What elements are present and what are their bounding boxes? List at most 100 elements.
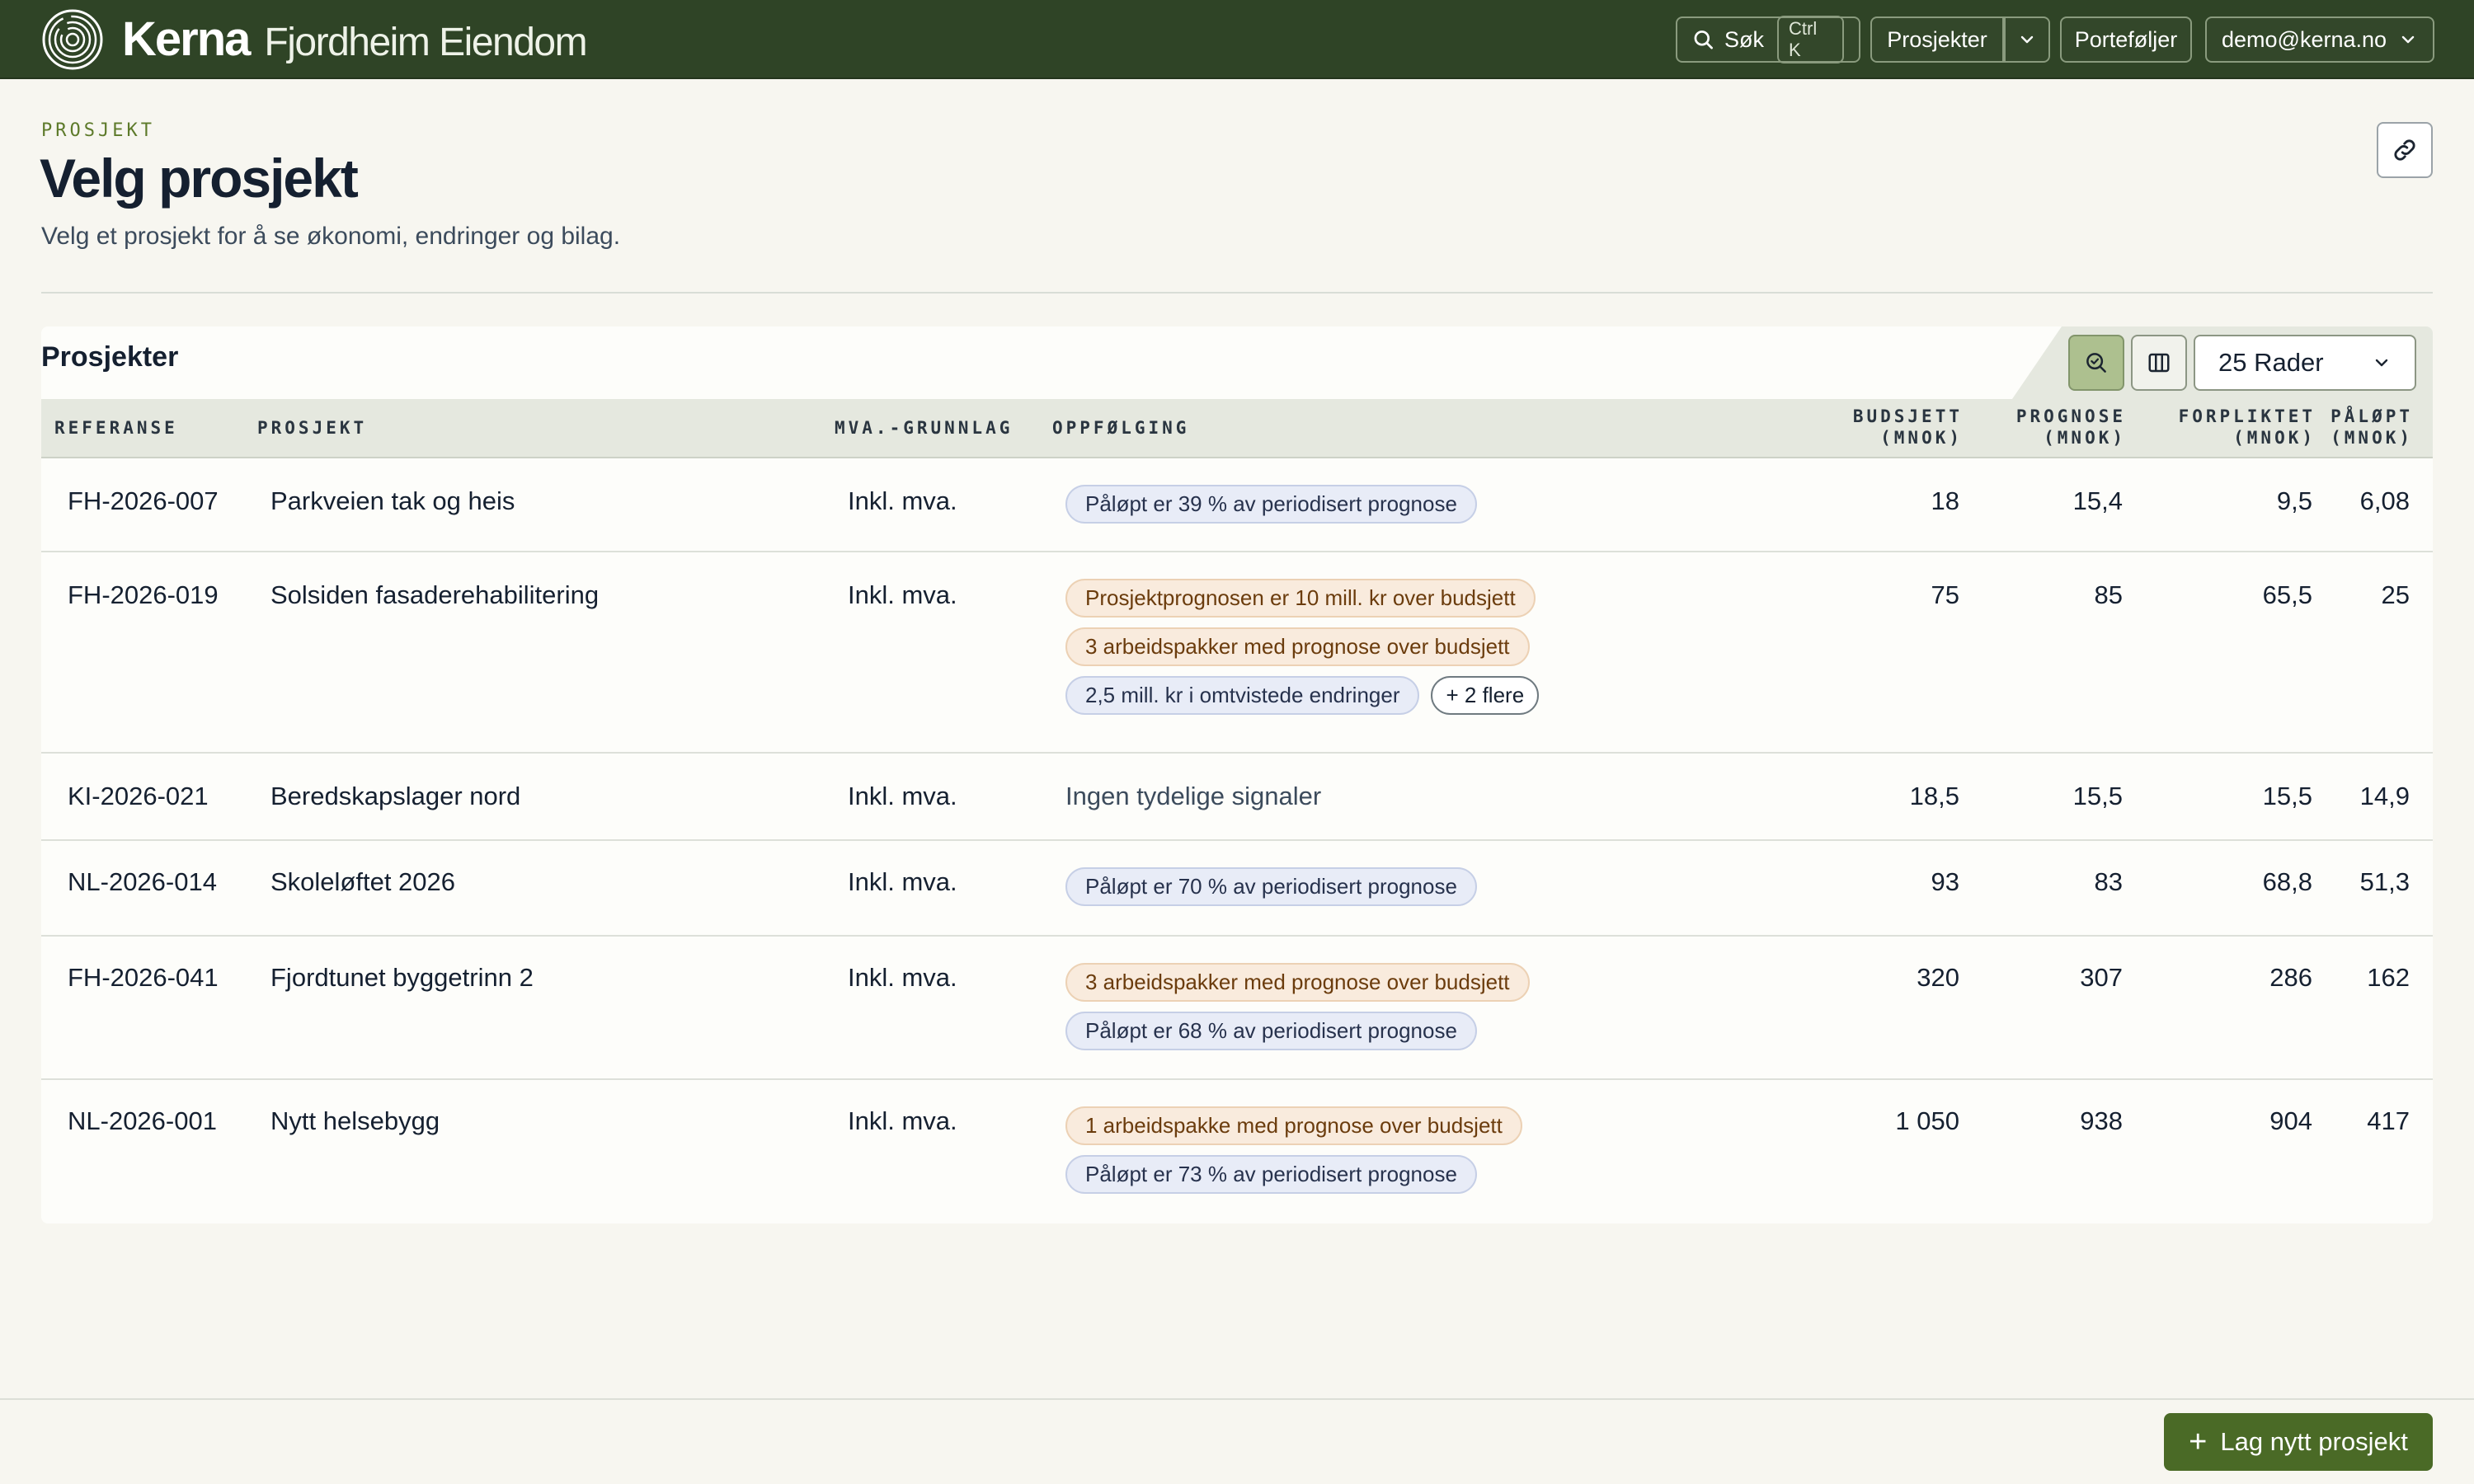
- portfolios-label: Porteføljer: [2074, 26, 2178, 52]
- signal-badge: Påløpt er 73 % av periodisert prognose: [1065, 1155, 1477, 1194]
- column-header-project[interactable]: PROSJEKT: [257, 417, 367, 439]
- signal-badge: Påløpt er 68 % av periodisert prognose: [1065, 1012, 1477, 1050]
- column-header-accrued-line2: (MNOK): [2331, 428, 2413, 448]
- table-header: REFERANSE PROSJEKT MVA.-GRUNNLAG OPPFØLG…: [41, 399, 2433, 458]
- page-eyebrow: PROSJEKT: [41, 120, 155, 141]
- followup-signals: Påløpt er 70 % av periodisert prognose: [1065, 867, 1477, 916]
- project-ref: NL-2026-014: [68, 867, 217, 896]
- copy-link-button[interactable]: [2377, 122, 2433, 178]
- project-name[interactable]: Parkveien tak og heis: [270, 486, 515, 516]
- rows-per-page-select[interactable]: 25 Rader: [2194, 335, 2416, 391]
- project-ref: KI-2026-021: [68, 782, 209, 810]
- signal-badge: Påløpt er 39 % av periodisert prognose: [1065, 485, 1477, 524]
- budget-value: 18: [1931, 486, 1959, 515]
- search-label: Søk: [1724, 26, 1764, 52]
- forecast-value: 307: [2080, 963, 2123, 992]
- table-search-toggle[interactable]: [2068, 335, 2124, 391]
- brand[interactable]: Kerna Fjordheim Eiendom: [122, 12, 588, 69]
- plus-icon: +: [2189, 1424, 2208, 1459]
- footer-divider: [0, 1398, 2474, 1400]
- forecast-value: 938: [2080, 1106, 2123, 1135]
- forecast-value: 15,4: [2072, 486, 2123, 515]
- chevron-down-icon: [2401, 35, 2415, 44]
- search-button[interactable]: Søk Ctrl K: [1676, 16, 1860, 63]
- signal-badge: Prosjektprognosen er 10 mill. kr over bu…: [1065, 579, 1536, 618]
- accrued-value: 162: [2367, 963, 2410, 992]
- project-name[interactable]: Solsiden fasaderehabilitering: [270, 580, 599, 610]
- table-row[interactable]: KI-2026-021 Beredskapslager nord Inkl. m…: [41, 754, 2433, 841]
- project-name[interactable]: Nytt helsebygg: [270, 1106, 440, 1136]
- budget-value: 320: [1917, 963, 1959, 992]
- signal-badge: 2,5 mill. kr i omtvistede endringer: [1065, 676, 1420, 715]
- column-header-followup[interactable]: OPPFØLGING: [1052, 417, 1189, 439]
- table-row[interactable]: FH-2026-019 Solsiden fasaderehabiliterin…: [41, 552, 2433, 754]
- project-ref: FH-2026-007: [68, 486, 219, 515]
- portfolios-button[interactable]: Porteføljer: [2060, 16, 2192, 63]
- vat-basis: Inkl. mva.: [848, 580, 957, 609]
- page-title: Velg prosjekt: [40, 148, 359, 209]
- project-ref: FH-2026-019: [68, 580, 219, 609]
- user-email: demo@kerna.no: [2222, 26, 2387, 52]
- project-name[interactable]: Fjordtunet byggetrinn 2: [270, 963, 534, 993]
- create-project-button[interactable]: + Lag nytt prosjekt: [2164, 1413, 2433, 1471]
- project-name[interactable]: Skoleløftet 2026: [270, 867, 455, 897]
- vat-basis: Inkl. mva.: [848, 963, 957, 992]
- accrued-value: 14,9: [2359, 782, 2410, 810]
- project-ref: NL-2026-001: [68, 1106, 217, 1135]
- followup-signals: Ingen tydelige signaler: [1065, 782, 1321, 811]
- kerna-logo-icon[interactable]: [41, 8, 104, 71]
- table-row[interactable]: FH-2026-007 Parkveien tak og heis Inkl. …: [41, 458, 2433, 552]
- forecast-value: 85: [2094, 580, 2123, 609]
- search-check-icon: [2086, 353, 2106, 373]
- followup-signals: 1 arbeidspakke med prognose over budsjet…: [1065, 1106, 1522, 1204]
- table-row[interactable]: NL-2026-001 Nytt helsebygg Inkl. mva. 1 …: [41, 1080, 2433, 1223]
- projects-button[interactable]: Prosjekter: [1870, 16, 2004, 63]
- accrued-value: 417: [2367, 1106, 2410, 1135]
- accrued-value: 25: [2381, 580, 2410, 609]
- table-row[interactable]: FH-2026-041 Fjordtunet byggetrinn 2 Inkl…: [41, 937, 2433, 1080]
- vat-basis: Inkl. mva.: [848, 486, 957, 515]
- project-ref: FH-2026-041: [68, 963, 219, 992]
- user-menu-button[interactable]: demo@kerna.no: [2205, 16, 2434, 63]
- columns-toggle-button[interactable]: [2131, 335, 2187, 391]
- vat-basis: Inkl. mva.: [848, 1106, 957, 1135]
- vat-basis: Inkl. mva.: [848, 782, 957, 810]
- columns-icon: [2148, 353, 2170, 373]
- followup-signals: 3 arbeidspakker med prognose over budsje…: [1065, 963, 1530, 1060]
- vat-basis: Inkl. mva.: [848, 867, 957, 896]
- budget-value: 18,5: [1909, 782, 1959, 810]
- brand-organization: Fjordheim Eiendom: [264, 21, 587, 64]
- top-bar: Kerna Fjordheim Eiendom Søk Ctrl K Prosj…: [0, 0, 2474, 79]
- signal-badge: Påløpt er 70 % av periodisert prognose: [1065, 867, 1477, 906]
- brand-name: Kerna: [122, 12, 251, 66]
- chevron-down-icon: [2020, 35, 2034, 44]
- budget-value: 93: [1931, 867, 1959, 896]
- projects-label: Prosjekter: [1887, 26, 1987, 52]
- project-name[interactable]: Beredskapslager nord: [270, 782, 520, 811]
- projects-dropdown-toggle[interactable]: [2004, 16, 2050, 63]
- create-project-label: Lag nytt prosjekt: [2220, 1427, 2408, 1456]
- page-subtitle: Velg et prosjekt for å se økonomi, endri…: [41, 223, 621, 250]
- forecast-value: 15,5: [2072, 782, 2123, 810]
- no-signal-text: Ingen tydelige signaler: [1065, 782, 1322, 810]
- accrued-value: 51,3: [2359, 867, 2410, 896]
- followup-signals: Påløpt er 39 % av periodisert prognose: [1065, 485, 1477, 533]
- more-signals-button[interactable]: + 2 flere: [1431, 676, 1540, 715]
- column-header-vat[interactable]: MVA.-GRUNNLAG: [835, 417, 1013, 439]
- signal-badge: 1 arbeidspakke med prognose over budsjet…: [1065, 1106, 1522, 1145]
- signal-badge: 3 arbeidspakker med prognose over budsje…: [1065, 963, 1530, 1002]
- followup-signals: Prosjektprognosen er 10 mill. kr over bu…: [1065, 579, 1540, 725]
- budget-value: 1 050: [1895, 1106, 1959, 1135]
- column-header-accrued-line1: PÅLØPT: [2331, 406, 2413, 426]
- table-row[interactable]: NL-2026-014 Skoleløftet 2026 Inkl. mva. …: [41, 841, 2433, 937]
- accrued-value: 6,08: [2359, 486, 2410, 515]
- rows-per-page-value: 25 Rader: [2218, 348, 2324, 377]
- forecast-value: 83: [2094, 867, 2123, 896]
- chevron-down-icon: [2375, 359, 2388, 367]
- link-icon: [2394, 139, 2415, 161]
- budget-value: 75: [1931, 580, 1959, 609]
- header-divider: [41, 292, 2433, 294]
- column-header-ref[interactable]: REFERANSE: [54, 417, 178, 439]
- column-header-accrued[interactable]: PÅLØPT (MNOK): [2251, 406, 2413, 448]
- search-shortcut-badge: Ctrl K: [1777, 16, 1844, 63]
